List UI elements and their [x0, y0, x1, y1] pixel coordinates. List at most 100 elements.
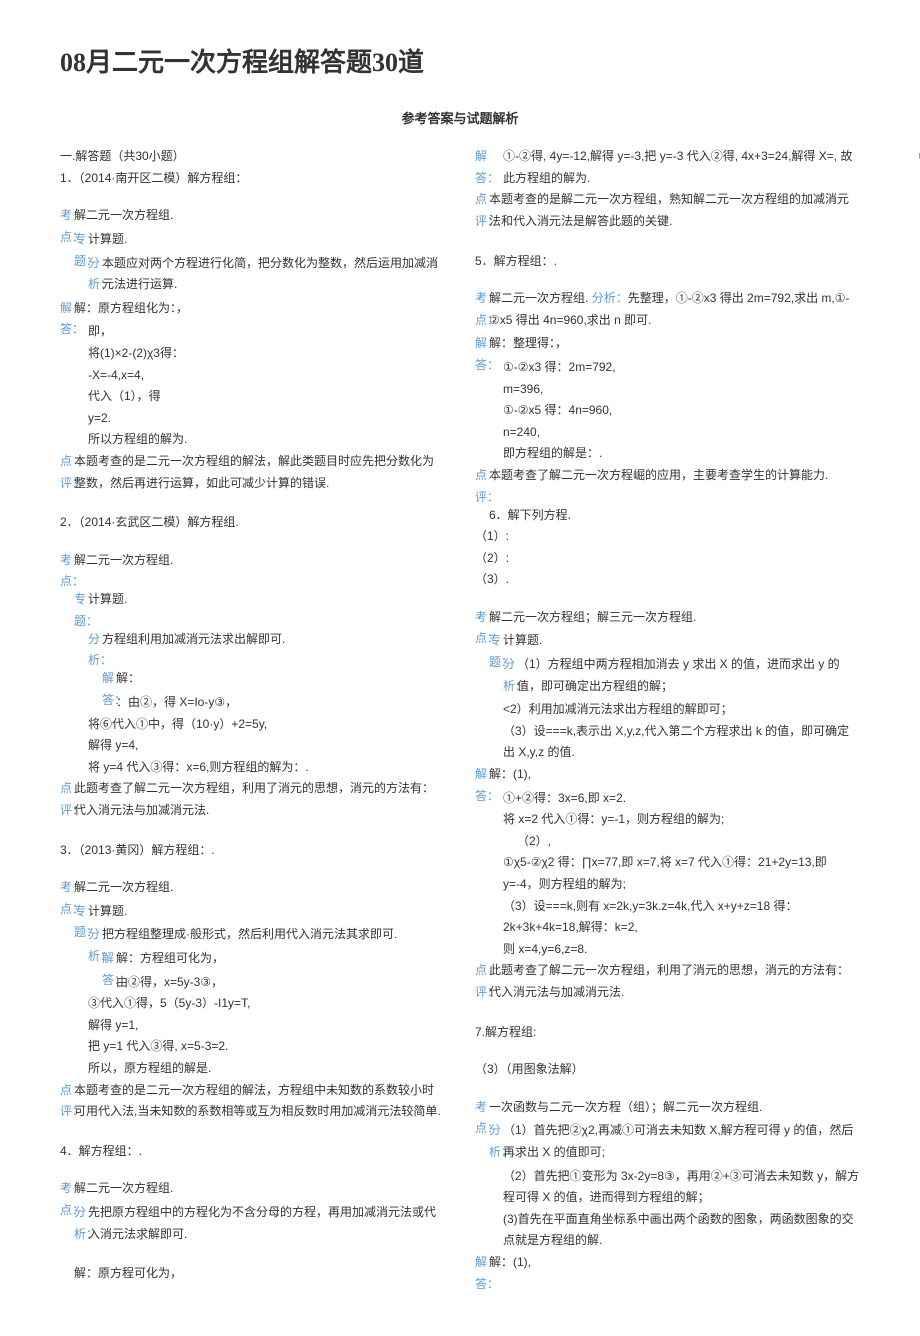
q6-number: 6．解下列方程. [475, 505, 860, 527]
kaodian-label: 考点： [475, 288, 489, 331]
q2-dianping: 此题考查了解二元一次方程组，利用了消元的思想，消元的方法有：代入消元法与加减消元… [74, 778, 445, 821]
q5-line: ①-②x5 得：4n=960, [475, 400, 860, 422]
q5-line: ①-②x3 得：2m=792, [475, 357, 860, 379]
q4-dianping: 本题考查的是解二元一次方程组，熟知解二元一次方程组的加减消元法和代入消元法是解答… [489, 189, 860, 232]
q4-number: 4．解方程组：. [60, 1141, 445, 1163]
q6-line: 将 x=2 代入①得：y=-1，则方程组的解为; [475, 809, 860, 831]
dianping-label: 点评： [475, 189, 489, 232]
fenxi-label: 分析： [489, 1120, 503, 1163]
q2-number: 2．（2014·玄武区二模）解方程组. [60, 512, 445, 534]
q6-line: 2k+3k+4k=18,解得：k=2, [475, 917, 860, 939]
q1-line: y=2. [60, 408, 445, 430]
q2-jieda0: 解： [74, 668, 445, 690]
dianping-label: 点评： [60, 778, 74, 821]
jieda-label: 解答： [102, 948, 116, 991]
q3-fenxi: 把方程组整理成·般形式，然后利用代入消元法其求即可. [74, 924, 445, 946]
fenxi-label: 分析： [503, 654, 517, 697]
fenxi-label: 分析： [88, 629, 102, 672]
q1-line: 将(1)×2-(2)χ3得： [60, 343, 445, 365]
q5-line: 即方程组的解是：. [475, 443, 860, 465]
zhuanti-label: 专题： [489, 630, 503, 673]
q3-line: ③代入①得，5（5y-3）-I1y=T, [60, 993, 445, 1015]
jieda-label: 解答： [475, 146, 489, 189]
dianping-label: 点评： [475, 960, 489, 1003]
q5-number: 5．解方程组：. [475, 251, 860, 273]
q4-fenxi: 先把原方程组中的方程化为不含分母的方程，再用加减消元法或代入消元法求解即可. [74, 1202, 445, 1245]
q1-line: 所以方程组的解为. [60, 429, 445, 451]
q6-f1: （1）方程组中两方程相加消去 y 求出 X 的值，进而求出 y 的值，即可确定出… [489, 654, 860, 697]
q4-line: ①-②得, 4y=-12,解得 y=-3,把 y=-3 代入②得, 4x+3=2… [475, 146, 860, 189]
q3-line: 把 y=1 代入③得, x=5-3=2. [60, 1036, 445, 1058]
q6-dianping: 此题考查了解二元一次方程组，利用了消元的思想，消元的方法有：代入消元法与加减消元… [489, 960, 860, 1003]
q6-f2: <2）利用加减消元法求出方程组的解即可； [475, 699, 860, 721]
jieda-label: 解答： [102, 668, 116, 711]
q1-line: -X=-4,x=4, [60, 365, 445, 387]
fenxi-label: 分析： [88, 924, 102, 967]
q6-item: （2）: [475, 548, 860, 570]
q3-line: 由②得，x=5y-3③， [60, 972, 445, 994]
q5-kaodian: 解二元一次方程组. 分析：先整理，①-②x3 得出 2m=792,求出 m,①-… [489, 288, 860, 331]
q6-line: （2）, [475, 831, 860, 853]
q6-zhuanti: 计算题. [489, 630, 860, 652]
kaodian-label: 考点： [60, 550, 74, 593]
kaodian-label: 考点： [60, 1178, 74, 1221]
q3-line: 解得 y=1, [60, 1015, 445, 1037]
dianping-label: 点评： [60, 451, 74, 494]
dianping-label: 点评： [60, 1080, 74, 1123]
q6-line: ①+②得：3x=6,即 x=2. [475, 788, 860, 810]
q3-jieda0: 解：方程组可化为， [74, 948, 445, 970]
q1-number: 1．（2014·南开区二模）解方程组： [60, 168, 445, 190]
jieda-label: 解答： [475, 1252, 489, 1295]
section-header: 一.解答题（共30小题） [60, 146, 445, 168]
zhuanti-label: 专题： [74, 589, 88, 632]
q2-line: 将⑥代入①中，得（10·y）+2=5y, [60, 714, 445, 736]
fenxi-label: 分析： [74, 1202, 88, 1245]
q6-kaodian: 解二元一次方程组；解三元一次方程组. [489, 607, 860, 629]
q1-dianping: 本题考查的是二元一次方程组的解法，解此类题目时应先把分数化为整数，然后再进行运算… [74, 451, 445, 494]
q2-zhuanti: 计算题. [74, 589, 445, 611]
dianping-label: 点评： [475, 465, 489, 508]
q3-number: 3．（2013·黄冈）解方程组：. [60, 840, 445, 862]
q3-zhuanti: 计算题. [74, 901, 445, 923]
zhuanti-label: 专题： [74, 229, 88, 272]
q2-line: ：由②，得 X=Io-y③， [60, 692, 445, 714]
q6-f3: （3）设===k,表示出 X,y,z,代入第二个方程求出 k 的值，即可确定出 … [475, 721, 860, 764]
q7-line: ②χ2 得：2x+8y=26③， [890, 146, 920, 168]
q7-f3: (3)首先在平面直角坐标系中画出两个函数的图象，两函数图象的交点就是方程组的解. [475, 1209, 860, 1252]
q7-kaodian: 一次函数与二元一次方程（组）；解二元一次方程组. [489, 1097, 860, 1119]
q7-jieda0: 解：(1), [489, 1252, 860, 1274]
q7-f1: （1）首先把②χ2,再减①可消去未知数 X,解方程可得 y 的值，然后再求出 X… [489, 1120, 860, 1163]
q5-dianping: 本题考查了解二元一次方程崛的应用，主要考查学生的计算能力. [489, 465, 860, 487]
q2-line: 将 y=4 代入③得：x=6,则方程组的解为：. [60, 757, 445, 779]
q1-kaodian: 解二元一次方程组. [74, 205, 445, 227]
page-title: 08月二元一次方程组解答题30道 [60, 40, 860, 87]
kaodian-label: 考点： [475, 1097, 489, 1140]
q3-kaodian: 解二元一次方程组. [74, 877, 445, 899]
q6-item: （1）: [475, 526, 860, 548]
q6-line: ①χ5-②χ2 得：∏x=77,即 x=7,将 x=7 代入①得：21+2y=1… [475, 852, 860, 895]
q2-kaodian: 解二元一次方程组. [74, 550, 445, 572]
jieda-label: 解答： [60, 298, 74, 341]
q3-dianping: 本题考查的是二元一次方程组的解法，方程组中未知数的系数较小时可用代入法,当未知数… [74, 1080, 445, 1123]
q1-line: 代入（1），得 [60, 386, 445, 408]
answers-subtitle: 参考答案与试题解析 [60, 107, 860, 130]
q6-line: 则 x=4,y=6,z=8. [475, 939, 860, 961]
kaodian-label: 考点： [60, 877, 74, 920]
q5-jieda0: 解：整理得：， [489, 333, 860, 355]
kaodian-label: 考点： [60, 205, 74, 248]
jieda-label: 解答： [475, 333, 489, 376]
q6-line: （3）设===k,则有 x=2k,y=3k.z=4k,代入 x+y+z=18 得… [475, 896, 860, 918]
q2-fenxi: 方程组利用加减消元法求出解即可. [74, 629, 445, 651]
q6-item: （3）. [475, 569, 860, 591]
zhuanti-label: 专题： [74, 901, 88, 944]
q1-jieda0: 解：原方程组化为：， [74, 298, 445, 320]
q1-zhuanti: 计算题. [74, 229, 445, 251]
content-columns: 一.解答题（共30小题） 1．（2014·南开区二模）解方程组： 考点：解二元一… [60, 146, 860, 1296]
q7-f2: （2）首先把①变形为 3x-2y=8③，再用②+③可消去未知数 y，解方程可得 … [475, 1166, 860, 1209]
q3-line: 所以，原方程组的解是. [60, 1058, 445, 1080]
q1-line: 即， [60, 321, 445, 343]
q7-item: （3）（用图象法解） [475, 1059, 860, 1081]
fenxi-label: 分析： [88, 253, 102, 296]
jieda-label: 解答： [475, 764, 489, 807]
q5-line: m=396, [475, 379, 860, 401]
